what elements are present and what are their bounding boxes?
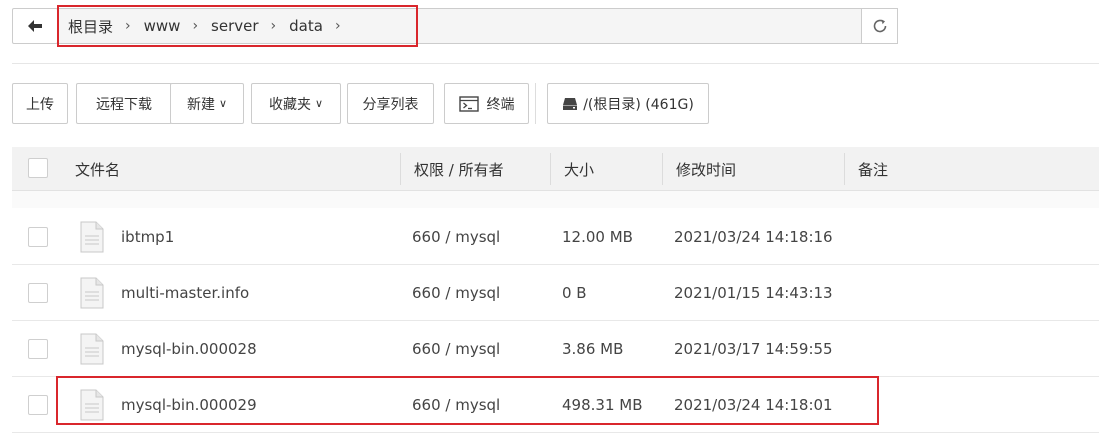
file-perm-text: 660 / mysql xyxy=(412,228,501,246)
select-all-checkbox[interactable] xyxy=(28,158,48,178)
terminal-icon xyxy=(458,95,479,112)
chevron-down-icon: ∨ xyxy=(314,97,324,110)
file-mtime: 2021/01/15 14:43:13 xyxy=(674,265,833,321)
header-label: 修改时间 xyxy=(676,160,737,179)
breadcrumb: 根目录 › www › server › data › xyxy=(57,8,862,44)
crumb-label: server xyxy=(211,17,259,35)
path-bar: 根目录 › www › server › data › xyxy=(12,8,898,44)
file-size: 498.31 MB xyxy=(562,377,643,433)
new-label: 新建 xyxy=(186,96,215,113)
table-row[interactable]: mysql-bin.000028 660 / mysql 3.86 MB 202… xyxy=(12,321,1099,377)
col-header-perm[interactable]: 权限 / 所有者 xyxy=(414,147,504,191)
file-size-text: 498.31 MB xyxy=(562,396,643,414)
chevron-right-icon: › xyxy=(192,18,199,34)
arrow-left-icon xyxy=(28,20,42,32)
file-mtime-text: 2021/01/15 14:43:13 xyxy=(674,284,833,302)
header-label: 大小 xyxy=(564,160,595,179)
header-label: 备注 xyxy=(858,160,889,179)
favorites-dropdown-button[interactable]: 收藏夹 ∨ xyxy=(251,83,341,124)
col-header-note[interactable]: 备注 xyxy=(858,147,888,191)
upload-label: 上传 xyxy=(26,96,54,113)
refresh-button[interactable] xyxy=(861,8,898,44)
file-name[interactable]: ibtmp1 xyxy=(121,209,174,265)
table-header: 文件名 权限 / 所有者 大小 修改时间 备注 xyxy=(12,147,1099,191)
file-perm[interactable]: 660 / mysql xyxy=(412,321,500,377)
file-name[interactable]: multi-master.info xyxy=(121,265,249,321)
toolbar-separator xyxy=(535,83,536,124)
upload-button[interactable]: 上传 xyxy=(12,83,68,124)
file-name-text: mysql-bin.000028 xyxy=(121,340,257,358)
file-name-text: multi-master.info xyxy=(121,284,250,302)
file-perm[interactable]: 660 / mysql xyxy=(412,377,500,433)
file-size: 3.86 MB xyxy=(562,321,623,377)
file-mtime: 2021/03/17 14:59:55 xyxy=(674,321,833,377)
crumb-data[interactable]: data › xyxy=(289,17,353,35)
favorites-label: 收藏夹 xyxy=(268,96,311,113)
refresh-icon xyxy=(873,19,886,33)
table-row[interactable]: multi-master.info 660 / mysql 0 B 2021/0… xyxy=(12,265,1099,321)
file-mtime: 2021/03/24 14:18:01 xyxy=(674,377,833,433)
col-header-mtime[interactable]: 修改时间 xyxy=(676,147,736,191)
chevron-right-icon: › xyxy=(270,18,277,34)
file-icon xyxy=(80,277,104,309)
row-checkbox[interactable] xyxy=(28,395,48,415)
share-list-button[interactable]: 分享列表 xyxy=(347,83,434,124)
header-label: 权限 / 所有者 xyxy=(414,160,504,179)
terminal-label: 终端 xyxy=(486,96,515,113)
col-header-name[interactable]: 文件名 xyxy=(75,147,120,191)
file-perm[interactable]: 660 / mysql xyxy=(412,209,500,265)
file-name-text: ibtmp1 xyxy=(121,228,175,246)
remote-download-button[interactable]: 远程下载 xyxy=(76,83,172,124)
crumb-root[interactable]: 根目录 › xyxy=(68,16,144,37)
row-checkbox[interactable] xyxy=(28,227,48,247)
crumb-www[interactable]: www › xyxy=(144,17,211,35)
column-divider xyxy=(662,153,663,185)
file-perm-text: 660 / mysql xyxy=(412,396,501,414)
file-size-text: 3.86 MB xyxy=(562,340,624,358)
file-size: 0 B xyxy=(562,265,587,321)
file-mtime-text: 2021/03/17 14:59:55 xyxy=(674,340,833,358)
file-perm-text: 660 / mysql xyxy=(412,340,501,358)
chevron-down-icon: ∨ xyxy=(218,97,228,110)
chevron-right-icon: › xyxy=(125,18,131,34)
crumb-server[interactable]: server › xyxy=(211,17,289,35)
column-divider xyxy=(400,153,401,185)
crumb-label: data xyxy=(289,17,323,35)
file-name-text: mysql-bin.000029 xyxy=(121,396,257,414)
terminal-button[interactable]: 终端 xyxy=(444,83,529,124)
file-perm[interactable]: 660 / mysql xyxy=(412,265,500,321)
hard-drive-icon xyxy=(563,97,578,110)
file-mtime-text: 2021/03/24 14:18:01 xyxy=(674,396,833,414)
file-size-text: 12.00 MB xyxy=(562,228,633,246)
chevron-right-icon: › xyxy=(334,18,341,34)
column-divider xyxy=(550,153,551,185)
disk-label: /(根目录) (461G) xyxy=(583,96,694,113)
table-row[interactable]: mysql-bin.000029 660 / mysql 498.31 MB 2… xyxy=(12,377,1099,433)
crumb-label: www xyxy=(143,17,181,35)
file-mtime-text: 2021/03/24 14:18:16 xyxy=(674,228,833,246)
crumb-label: 根目录 xyxy=(68,17,114,36)
list-scroll-gap xyxy=(12,191,1099,208)
file-size-text: 0 B xyxy=(562,284,587,302)
table-row[interactable]: ibtmp1 660 / mysql 12.00 MB 2021/03/24 1… xyxy=(12,209,1099,265)
file-mtime: 2021/03/24 14:18:16 xyxy=(674,209,833,265)
new-dropdown-button[interactable]: 新建 ∨ xyxy=(170,83,244,124)
share-list-label: 分享列表 xyxy=(362,96,419,113)
file-size: 12.00 MB xyxy=(562,209,633,265)
row-checkbox[interactable] xyxy=(28,339,48,359)
column-divider xyxy=(844,153,845,185)
file-name[interactable]: mysql-bin.000028 xyxy=(121,321,257,377)
row-checkbox[interactable] xyxy=(28,283,48,303)
file-icon xyxy=(80,389,104,421)
divider xyxy=(12,63,1099,64)
file-icon xyxy=(80,221,104,253)
back-button[interactable] xyxy=(12,8,58,44)
file-name[interactable]: mysql-bin.000029 xyxy=(121,377,257,433)
file-perm-text: 660 / mysql xyxy=(412,284,501,302)
remote-download-label: 远程下载 xyxy=(96,96,152,113)
file-icon xyxy=(80,333,104,365)
header-label: 文件名 xyxy=(75,160,121,179)
col-header-size[interactable]: 大小 xyxy=(564,147,594,191)
disk-button[interactable]: /(根目录) (461G) xyxy=(547,83,709,124)
